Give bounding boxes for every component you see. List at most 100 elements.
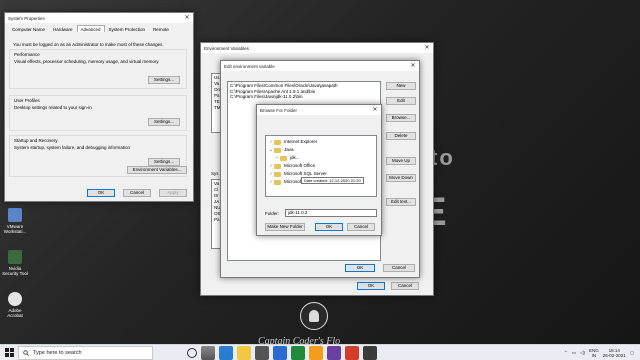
make-new-folder-button[interactable]: Make New Folder [265,223,305,231]
notifications-icon[interactable]: ▢ [630,350,634,356]
lang-text: ENG [588,347,599,353]
tab-hardware[interactable]: Hardware [49,25,77,32]
close-icon[interactable]: ✕ [181,13,193,23]
tree-item[interactable]: ⌄ Java [268,146,374,154]
desktop-icon-label: Nvidia Security Tool [2,266,28,276]
folder-icon [274,163,281,169]
folder-input[interactable]: jdk-11.0.2 [285,209,377,217]
admin-note: You must be logged on as an Administrato… [13,42,164,47]
tree-label: Internet Explorer [284,139,318,144]
app-icon[interactable] [363,345,377,360]
move-up-button[interactable]: Move Up [386,157,416,165]
taskbar-search-box[interactable]: Type here to search [18,345,153,360]
group-desc: Desktop settings related to your sign-in [14,104,92,110]
edit-button[interactable]: Edit [386,97,416,105]
close-icon[interactable]: ✕ [407,61,419,71]
app-icon[interactable] [327,345,341,360]
close-icon[interactable]: ✕ [369,105,381,115]
nvidia-icon [8,250,22,264]
sysprop-apply-button[interactable]: Apply [159,189,187,197]
app-icon[interactable] [345,345,359,360]
env-cancel-button[interactable]: Cancel [391,282,419,290]
performance-group: Performance Visual effects, processor sc… [9,49,187,89]
window-title: Environment Variables [204,45,249,51]
tree-label: jdk... [290,155,300,160]
browse-button[interactable]: Browse... [386,114,416,122]
tree-label: Java [284,147,294,152]
path-item[interactable]: C:\Program Files\Java\jdk-11.0.2\bin [230,94,378,100]
folder-icon [274,147,281,153]
network-icon[interactable]: ▭ [572,350,576,356]
desktop-icon-acrobat[interactable]: Adobe Acrobat [2,292,28,318]
group-heading: User Profiles [14,98,40,103]
cortana-icon[interactable] [187,347,197,358]
chevron-up-icon[interactable]: ⌃ [564,350,568,356]
window-title: Browse For Folder [260,107,298,113]
window-title: Edit environment variable [224,63,275,69]
clock-date: 26-02-2021 [602,352,626,358]
browse-cancel-button[interactable]: Cancel [347,223,375,231]
group-desc: Visual effects, processor scheduling, me… [14,58,159,64]
tree-item[interactable]: › Internet Explorer [268,138,374,146]
folder-tooltip: Date created: 12-12-2020 21:20 [301,177,364,184]
language-indicator[interactable]: ENG IN [589,348,599,358]
start-button[interactable] [0,345,18,360]
delete-button[interactable]: Delete [386,132,416,140]
browse-ok-button[interactable]: OK [315,223,343,231]
sysprop-cancel-button[interactable]: Cancel [123,189,151,197]
tab-system-protection[interactable]: System Protection [105,25,150,32]
folder-icon [274,139,281,145]
edit-text-button[interactable]: Edit text... [386,198,416,206]
tab-remote[interactable]: Remote [149,25,173,32]
new-button[interactable]: New [386,82,416,90]
edit-cancel-button[interactable]: Cancel [383,264,415,272]
system-vars-label: Sys [211,171,219,176]
startup-settings-button[interactable]: Settings... [148,158,180,166]
clock[interactable]: 18:14 26-02-2021 [603,348,626,358]
volume-icon[interactable]: ◁) [580,350,585,356]
move-down-button[interactable]: Move Down [386,174,416,182]
file-explorer-icon[interactable] [237,345,251,360]
wallpaper-logo [300,302,328,330]
sysprop-ok-button[interactable]: OK [87,189,115,197]
tree-item[interactable]: › jdk... [268,154,374,162]
environment-variables-button[interactable]: Environment Variables... [127,166,187,174]
folder-icon [280,155,287,161]
acrobat-icon [8,292,22,306]
tab-computer-name[interactable]: Computer Name [8,25,49,32]
tree-item[interactable]: › Microsoft Office [268,162,374,170]
folder-icon [274,171,281,177]
app-icon[interactable] [309,345,323,360]
folder-tree[interactable]: › Internet Explorer ⌄ Java › jdk... › Micros… [265,135,377,197]
edit-ok-button[interactable]: OK [345,264,375,272]
search-icon [23,349,29,356]
performance-settings-button[interactable]: Settings... [148,76,180,84]
desktop-icon-nvidia[interactable]: Nvidia Security Tool [2,250,28,276]
excel-icon[interactable] [291,345,305,360]
titlebar: Environment Variables ✕ [201,43,433,53]
edge-icon[interactable] [219,345,233,360]
tab-advanced[interactable]: Advanced [76,25,105,32]
titlebar: System Properties ✕ [5,13,193,23]
folder-icon [274,179,281,185]
profiles-settings-button[interactable]: Settings... [148,118,180,126]
group-heading: Startup and Recovery [14,138,58,143]
user-profiles-group: User Profiles Desktop settings related t… [9,95,187,131]
system-properties-window: System Properties ✕ Computer Name Hardwa… [4,12,194,202]
taskbar: Type here to search ⌃ ▭ ◁) ENG IN 18:14 … [0,344,640,360]
group-heading: Performance [14,52,40,57]
tab-strip: Computer Name Hardware Advanced System P… [5,23,193,32]
wallpaper-caption: Captain Coder's Flo [258,336,341,344]
search-placeholder: Type here to search [33,349,82,356]
desktop-icon-label: Adobe Acrobat [7,308,23,318]
tree-label: Microsoft Office [284,163,316,168]
close-icon[interactable]: ✕ [421,43,433,53]
env-ok-button[interactable]: OK [357,282,385,290]
desktop-icon-vmware[interactable]: VMware Workstati... [2,208,28,234]
vmware-icon [8,208,22,222]
store-icon[interactable] [255,345,269,360]
group-desc: System startup, system failure, and debu… [14,144,131,150]
mail-icon[interactable] [273,345,287,360]
task-view-icon[interactable] [201,345,215,360]
region-text: IN [591,352,597,358]
